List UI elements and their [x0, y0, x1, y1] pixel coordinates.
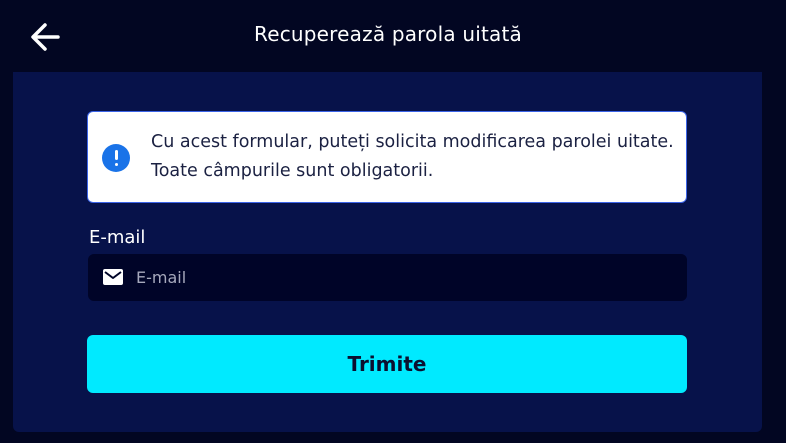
info-alert: Cu acest formular, puteți solicita modif… [87, 111, 687, 203]
top-bar: Recuperează parola uitată [0, 0, 786, 72]
submit-button[interactable]: Trimite [87, 335, 687, 393]
form-panel: Cu acest formular, puteți solicita modif… [13, 72, 762, 432]
exclamation-circle-icon [102, 144, 130, 172]
envelope-icon [103, 269, 123, 285]
email-input[interactable] [136, 254, 676, 301]
alert-message: Cu acest formular, puteți solicita modif… [151, 132, 674, 181]
page-title: Recuperează parola uitată [254, 22, 522, 46]
email-field-container[interactable] [88, 254, 687, 301]
email-label: E-mail [89, 227, 146, 248]
